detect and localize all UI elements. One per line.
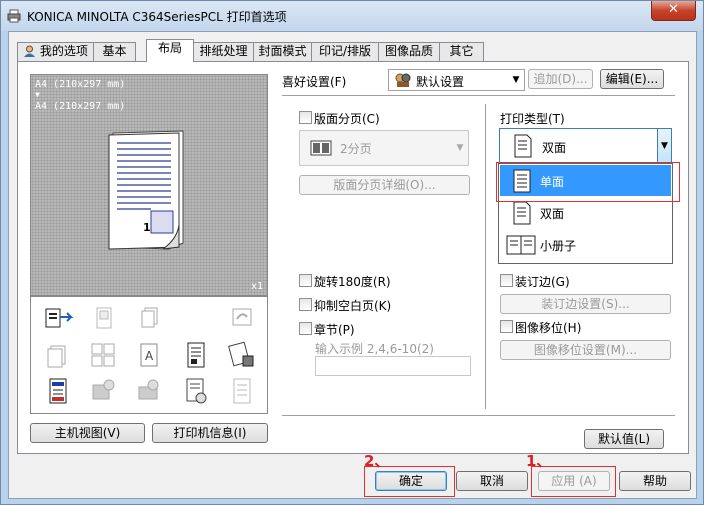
favorites-setting-icon bbox=[395, 73, 411, 87]
rotate-icon[interactable] bbox=[227, 305, 257, 333]
help-button[interactable]: 帮助 bbox=[619, 471, 691, 491]
binding-margin-settings-button[interactable]: 装订边设置(S)... bbox=[500, 294, 671, 314]
chapter-checkbox[interactable] bbox=[299, 322, 312, 335]
function-icon-grid: A bbox=[30, 296, 268, 414]
print-preferences-window: KONICA MINOLTA C364SeriesPCL 打印首选项 ✕ 我的选… bbox=[0, 0, 704, 505]
chapter-label: 章节(P) bbox=[314, 323, 355, 337]
dialog-client-area: 我的选项 基本 布局 排纸处理 封面模式 印记/排版 图像品质 其它 A4 (2… bbox=[8, 31, 697, 499]
rotate-label: 旋转180度(R) bbox=[314, 275, 391, 289]
tab-label: 布局 bbox=[157, 41, 182, 55]
overlay-icon[interactable] bbox=[227, 377, 257, 405]
duplex-page-icon bbox=[512, 201, 532, 225]
title-bar[interactable]: KONICA MINOLTA C364SeriesPCL 打印首选项 ✕ bbox=[1, 1, 703, 31]
binding-margin-label: 装订边(G) bbox=[515, 275, 570, 289]
image-shift-settings-button[interactable]: 图像移位设置(M)... bbox=[500, 340, 671, 360]
image-shift-checkbox[interactable] bbox=[500, 320, 513, 333]
duplex-page-icon bbox=[513, 134, 533, 158]
divider bbox=[282, 415, 675, 416]
tab-label: 基本 bbox=[102, 44, 127, 58]
tab-label: 印记/排版 bbox=[318, 44, 372, 58]
printer-icon bbox=[7, 9, 21, 23]
cancel-button[interactable]: 取消 bbox=[456, 471, 528, 491]
main-view-button[interactable]: 主机视图(V) bbox=[30, 423, 145, 443]
edit-favorite-button[interactable]: 编辑(E)... bbox=[600, 69, 664, 89]
account-track-icon[interactable] bbox=[135, 377, 165, 405]
close-button[interactable]: ✕ bbox=[651, 1, 696, 21]
print-type-value: 双面 bbox=[542, 141, 567, 155]
step-1-annotation: 1、 bbox=[526, 452, 552, 470]
tab-cover-mode[interactable]: 封面模式 bbox=[253, 42, 312, 61]
staple-icon[interactable] bbox=[89, 305, 119, 333]
step-2-annotation: 2、 bbox=[364, 452, 390, 470]
arrow-down-icon: ▼ bbox=[35, 90, 40, 99]
highlight-box bbox=[496, 162, 680, 202]
combine-select[interactable]: 2分页 ▼ bbox=[299, 130, 469, 166]
tab-layout[interactable]: 布局 bbox=[146, 39, 194, 62]
user-icon bbox=[23, 45, 36, 57]
layout-grid-icon[interactable] bbox=[89, 341, 119, 369]
security-print-icon[interactable] bbox=[227, 341, 257, 369]
paper-size-output: A4 (210x297 mm) bbox=[35, 101, 126, 112]
copies-icon[interactable] bbox=[135, 305, 165, 333]
favorites-select[interactable]: 默认设置 ▼ bbox=[388, 69, 525, 91]
combine-checkbox[interactable] bbox=[299, 111, 312, 124]
document-icon[interactable] bbox=[181, 341, 211, 369]
option-booklet[interactable]: 小册子 bbox=[500, 229, 671, 260]
divider bbox=[282, 95, 675, 96]
option-label: 双面 bbox=[540, 207, 565, 221]
page-thumbnail: 1 bbox=[107, 129, 185, 251]
tab-label: 图像品质 bbox=[384, 44, 433, 58]
window-title: KONICA MINOLTA C364SeriesPCL 打印首选项 bbox=[27, 10, 287, 24]
paper-size-source: A4 (210x297 mm) bbox=[35, 79, 126, 90]
copies-count: x1 bbox=[251, 281, 264, 292]
booklet-page-icon bbox=[506, 234, 536, 256]
chapter-example: 输入示例 2,4,6-10(2) bbox=[315, 342, 434, 356]
add-favorite-button[interactable]: 追加(D)... bbox=[528, 69, 593, 89]
dropdown-arrow-icon: ▼ bbox=[512, 75, 520, 85]
tab-label: 我的选项 bbox=[39, 44, 88, 58]
user-auth-icon[interactable] bbox=[89, 377, 119, 405]
combine-details-button[interactable]: 版面分页详细(O)... bbox=[299, 175, 470, 195]
combine-value: 2分页 bbox=[340, 142, 372, 156]
tab-label: 排纸处理 bbox=[199, 44, 248, 58]
page-preview: A4 (210x297 mm) ▼ A4 (210x297 mm) 1 x1 bbox=[30, 74, 268, 296]
svg-text:A: A bbox=[145, 349, 154, 363]
divider bbox=[485, 104, 486, 409]
dropdown-arrow-icon: ▼ bbox=[456, 143, 464, 153]
print-type-select[interactable]: 双面 ▼ bbox=[499, 128, 672, 164]
chapter-input[interactable] bbox=[315, 356, 471, 376]
two-up-icon bbox=[310, 140, 332, 156]
tab-finishing[interactable]: 排纸处理 bbox=[193, 42, 254, 61]
stamp-doc-icon[interactable] bbox=[181, 377, 211, 405]
dropdown-arrow-icon: ▼ bbox=[657, 129, 671, 163]
text-a-icon[interactable]: A bbox=[135, 341, 165, 369]
combine-label: 版面分页(C) bbox=[314, 112, 380, 126]
image-shift-label: 图像移位(H) bbox=[515, 321, 582, 335]
binding-margin-checkbox[interactable] bbox=[500, 274, 513, 287]
print-type-label: 打印类型(T) bbox=[500, 112, 565, 126]
tab-stamp[interactable]: 印记/排版 bbox=[311, 42, 379, 61]
favorites-label: 喜好设置(F) bbox=[282, 75, 347, 89]
tab-my-options[interactable]: 我的选项 bbox=[17, 42, 94, 61]
tab-quality[interactable]: 图像品质 bbox=[378, 42, 440, 61]
tab-basic[interactable]: 基本 bbox=[93, 42, 136, 61]
option-label: 小册子 bbox=[540, 239, 577, 253]
defaults-button[interactable]: 默认值(L) bbox=[584, 429, 664, 449]
tab-label: 封面模式 bbox=[258, 44, 307, 58]
printer-info-button[interactable]: 打印机信息(I) bbox=[152, 423, 268, 443]
page-number-label: 1 bbox=[143, 221, 151, 234]
favorites-value: 默认设置 bbox=[416, 75, 465, 89]
tab-other[interactable]: 其它 bbox=[439, 42, 484, 61]
cover-page-icon[interactable] bbox=[43, 377, 73, 405]
rotate-checkbox[interactable] bbox=[299, 274, 312, 287]
booklet-icon[interactable] bbox=[43, 341, 73, 369]
tab-label: 其它 bbox=[449, 44, 474, 58]
skip-blank-checkbox[interactable] bbox=[299, 298, 312, 311]
printer-setting-icon[interactable] bbox=[43, 305, 73, 333]
skip-blank-label: 抑制空白页(K) bbox=[314, 299, 392, 313]
